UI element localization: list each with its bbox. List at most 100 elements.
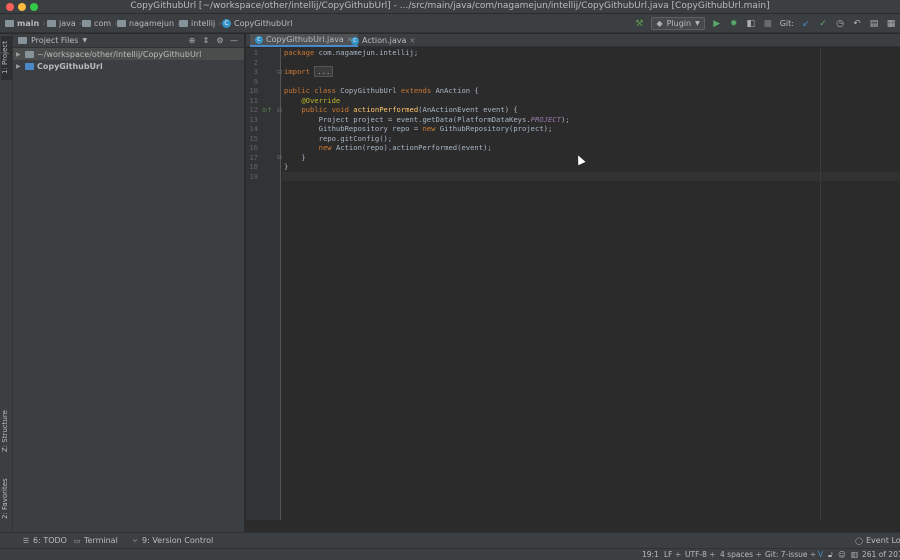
code-line[interactable]: import ... <box>284 66 334 77</box>
window-title: CopyGithubUrl [~/workspace/other/intelli… <box>130 1 770 11</box>
encoding-select[interactable]: UTF-8 ÷ <box>685 550 716 559</box>
code-token: ); <box>560 114 570 124</box>
code-line[interactable]: @Override <box>284 96 340 106</box>
folded-imports[interactable]: ... <box>314 66 334 77</box>
project-structure-icon[interactable]: ▤ <box>869 19 879 29</box>
code-token: import <box>284 67 315 76</box>
navigation-bar: main › java › com › nagamejun › intellij… <box>0 14 900 33</box>
run-icon[interactable]: ▶ <box>712 19 722 29</box>
code-line[interactable]: repo.gitConfig(); <box>284 134 393 144</box>
stop-icon[interactable]: ■ <box>763 19 773 29</box>
status-bar: 19:1 LF ÷ UTF-8 ÷ 4 spaces ÷ Git: 7-issu… <box>0 548 900 560</box>
code-line[interactable]: public void actionPerformed(AnActionEven… <box>284 105 517 115</box>
code-token: public void <box>301 105 354 114</box>
code-token: Project project = event.getData(Platform… <box>284 114 531 124</box>
tab-label: Action.java <box>362 36 407 45</box>
code-token: @Override <box>301 95 341 105</box>
tab-action-java[interactable]: C Action.java ✕ <box>346 34 420 47</box>
tree-item-module[interactable]: ▶ CopyGithubUrl <box>13 60 244 72</box>
todo-tool-button[interactable]: ☰ 6: TODO <box>22 536 67 545</box>
fold-icon[interactable]: ⊟ <box>277 69 282 76</box>
lock-icon[interactable]: 🔓︎ <box>828 550 833 560</box>
code-line[interactable]: new Action(repo).actionPerformed(event); <box>284 143 492 153</box>
override-gutter-icon[interactable]: ⊙↑ <box>262 107 272 114</box>
memory-indicator[interactable]: 261 of 201 <box>862 550 900 559</box>
code-token: extends <box>400 86 436 95</box>
folder-icon <box>179 20 188 27</box>
code-token: GithubRepository repo = <box>284 124 423 133</box>
breadcrumb-java[interactable]: java › <box>47 17 82 30</box>
event-log-tool-button[interactable]: ◯ Event Log <box>855 536 900 545</box>
code-line[interactable]: Project project = event.getData(Platform… <box>284 115 570 125</box>
vim-icon[interactable]: V <box>818 550 823 559</box>
tab-structure[interactable]: Z: Structure <box>1 407 12 455</box>
coverage-icon[interactable]: ◧ <box>746 19 756 29</box>
breadcrumb-label: main <box>17 19 40 28</box>
run-configuration-label: Plugin <box>666 19 692 28</box>
fold-icon[interactable]: ⊟ <box>277 107 282 114</box>
tab-project[interactable]: 1: Project <box>1 36 12 80</box>
history-icon[interactable]: ◷ <box>835 19 845 29</box>
breadcrumb-intellij[interactable]: intellij › <box>179 17 221 30</box>
close-icon[interactable]: ✕ <box>409 37 415 45</box>
project-view-select[interactable]: Project Files <box>31 36 78 45</box>
code-line[interactable]: GithubRepository repo = new GithubReposi… <box>284 124 553 134</box>
git-branch-select[interactable]: Git: 7-issue ÷ <box>765 550 816 559</box>
collapse-icon[interactable]: ⇕ <box>201 36 211 45</box>
breadcrumb-label: java <box>59 19 76 28</box>
breadcrumb-com[interactable]: com › <box>82 17 117 30</box>
version-control-tool-button[interactable]: ⑂ 9: Version Control <box>131 536 213 545</box>
version-control-label: 9: Version Control <box>142 536 214 545</box>
chevron-down-icon[interactable]: ▼ <box>82 37 87 44</box>
chevron-right-icon[interactable]: ▶ <box>16 51 22 58</box>
code-line[interactable]: package com.nagamejun.intellij; <box>284 48 418 58</box>
event-log-label: Event Log <box>866 536 900 545</box>
folder-icon <box>5 20 14 27</box>
line-number: 17 <box>249 152 258 162</box>
inspector-icon[interactable]: ☺ <box>838 550 846 559</box>
fold-icon[interactable]: ⊟ <box>277 154 282 161</box>
code-token: actionPerformed <box>353 105 419 114</box>
tree-item-workspace[interactable]: ▶ ~/workspace/other/intellij/CopyGithubU… <box>13 48 244 60</box>
project-panel-header: Project Files ▼ ⊕ ⇕ ⚙ — <box>13 34 244 48</box>
title-bar: CopyGithubUrl [~/workspace/other/intelli… <box>0 0 900 14</box>
line-separator-select[interactable]: LF ÷ <box>664 550 681 559</box>
code-token: GithubRepository(project); <box>439 124 553 133</box>
indent-select[interactable]: 4 spaces ÷ <box>720 550 762 559</box>
line-number: 18 <box>249 162 258 171</box>
breadcrumb-nagamejun[interactable]: nagamejun › <box>117 17 180 30</box>
git-label: Git: <box>779 19 794 28</box>
revert-icon[interactable]: ↶ <box>852 19 862 29</box>
code-line[interactable]: } <box>284 153 305 163</box>
code-token: new <box>318 143 336 152</box>
chevron-down-icon: ▼ <box>695 20 700 27</box>
caret-line-highlight <box>282 171 900 181</box>
tab-copygithuburl-java[interactable]: C CopyGithubUrl.java ✕ <box>250 34 358 47</box>
sdk-icon[interactable]: ▦ <box>886 19 896 29</box>
code-token: public class <box>284 86 341 95</box>
locate-icon[interactable]: ⊕ <box>187 36 197 45</box>
line-number: 10 <box>249 86 258 95</box>
build-hammer-icon[interactable]: ⚒ <box>634 19 644 29</box>
caret-position[interactable]: 19:1 <box>642 550 659 559</box>
vcs-update-icon[interactable]: ↙ <box>801 19 811 29</box>
breadcrumb-label: CopyGithubUrl <box>234 19 293 28</box>
editor-tab-bar: C CopyGithubUrl.java ✕ C Action.java ✕ <box>246 34 900 47</box>
folder-icon <box>25 50 34 58</box>
breadcrumb-main[interactable]: main › <box>5 17 45 30</box>
run-configuration-select[interactable]: ◆ Plugin ▼ <box>651 17 705 30</box>
tab-favorites[interactable]: 2: Favorites <box>1 474 12 524</box>
module-icon <box>25 62 34 70</box>
vcs-commit-icon[interactable]: ✓ <box>818 19 828 29</box>
code-line[interactable]: } <box>284 162 288 172</box>
project-panel: Project Files ▼ ⊕ ⇕ ⚙ — ▶ ~/workspace/ot… <box>13 34 245 532</box>
code-line[interactable]: public class CopyGithubUrl extends AnAct… <box>284 86 479 96</box>
chevron-right-icon[interactable]: ▶ <box>16 63 22 70</box>
hide-icon[interactable]: — <box>229 36 239 45</box>
breadcrumb-copygithuburl[interactable]: C CopyGithubUrl <box>222 17 292 30</box>
gear-icon[interactable]: ⚙ <box>215 36 225 45</box>
terminal-tool-button[interactable]: ▭ Terminal <box>73 536 118 545</box>
debug-icon[interactable]: ✹ <box>729 19 739 29</box>
line-number: 3 <box>253 67 258 76</box>
